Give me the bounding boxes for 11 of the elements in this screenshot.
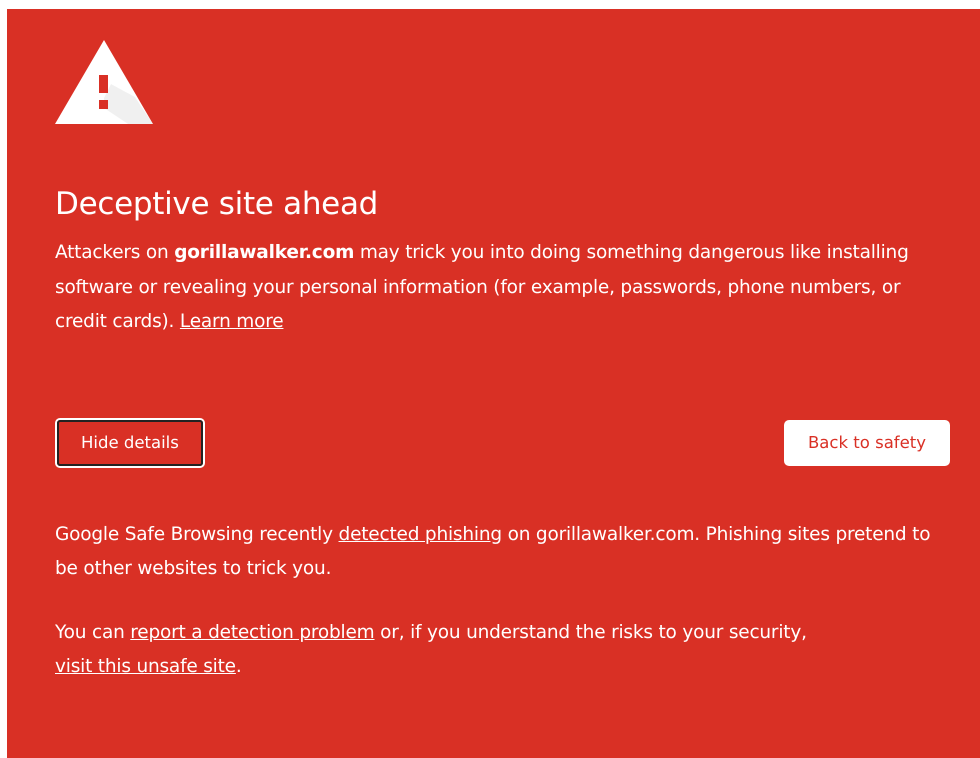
warning-paragraph: Google Safe Browsing recently detected phishing on gorillawalker.com. Phishing sites pretend to be other websites to trick you. [55, 522, 932, 581]
text-link[interactable]: report a detection problem [130, 622, 374, 642]
text-link[interactable]: visit this unsafe site [55, 656, 236, 677]
text-link[interactable]: detected phishing [338, 524, 502, 544]
warning-paragraph: You can report a detection problem or, if you understand the risks to your security, visit this unsafe site. [55, 620, 808, 679]
warning-paragraph: Attackers on gorillawalker.com may trick you into doing something dangerous like installing software or revealing your personal information (for example, passwords, phone numbers, or credit cards). Learn more [55, 241, 910, 334]
text-link[interactable]: Learn more [180, 311, 284, 332]
back-to-safety-button[interactable]: Back to safety [784, 420, 950, 466]
page-heading: Deceptive site ahead [55, 185, 380, 224]
hide-details-button[interactable]: Hide details [55, 418, 205, 468]
warning-triangle-icon [55, 40, 153, 126]
